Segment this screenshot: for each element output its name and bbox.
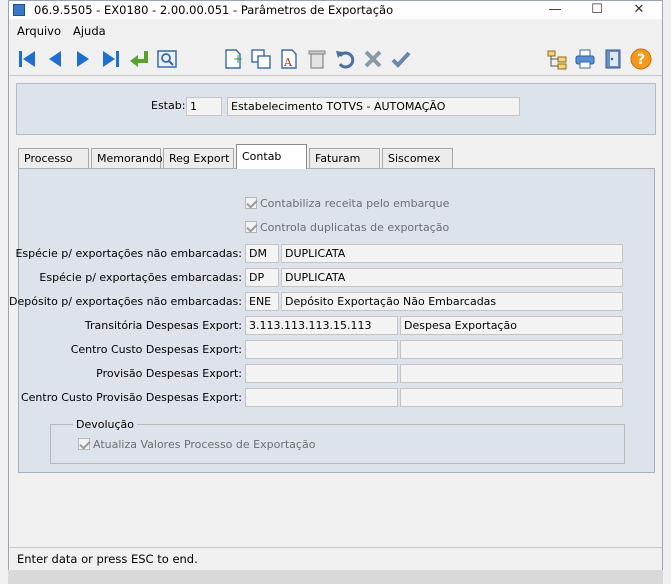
devolucao-group-title: Devolução: [73, 418, 138, 431]
edit-record-button[interactable]: A: [277, 47, 301, 71]
app-icon: [13, 4, 25, 16]
estab-code-field[interactable]: 1: [186, 97, 222, 116]
cancel-icon: [364, 50, 382, 68]
checkbox-atualiza-valores[interactable]: Atualiza Valores Processo de Exportação: [78, 438, 315, 451]
transitoria-desc-field: Despesa Exportação: [400, 316, 623, 335]
first-record-button[interactable]: [15, 47, 39, 71]
deposito-label: Depósito p/ exportações não embarcadas:: [9, 295, 242, 308]
svg-text:+: +: [233, 52, 243, 66]
tree-button[interactable]: [545, 47, 569, 71]
previous-record-button[interactable]: [43, 47, 67, 71]
especie-emb-code-field[interactable]: DP: [245, 268, 279, 287]
estab-panel: Estab: 1 Estabelecimento TOTVS - AUTOMAÇ…: [16, 83, 656, 135]
save-button[interactable]: [389, 47, 413, 71]
checkbox-label: Atualiza Valores Processo de Exportação: [93, 438, 316, 451]
new-icon: +: [225, 49, 243, 69]
checkbox-box: [78, 438, 90, 450]
centro-custo-prov-label: Centro Custo Provisão Despesas Export:: [20, 391, 242, 404]
checkbox-label: Controla duplicatas de exportação: [260, 221, 450, 234]
help-button[interactable]: ?: [629, 47, 653, 71]
toolbar: + A ?: [9, 42, 662, 76]
title-bar: 06.9.5505 - EX0180 - 2.00.00.051 - Parâm…: [9, 1, 662, 19]
close-button[interactable]: ✕: [617, 1, 661, 19]
next-record-button[interactable]: [71, 47, 95, 71]
cancel-button[interactable]: [361, 47, 385, 71]
deposito-desc-field: Depósito Exportação Não Embarcadas: [281, 292, 623, 311]
especie-emb-desc-field: DUPLICATA: [281, 268, 623, 287]
tab-faturam[interactable]: Faturam: [309, 148, 380, 168]
menu-ajuda[interactable]: Ajuda: [73, 24, 106, 38]
centro-custo-code-field[interactable]: [245, 340, 398, 359]
search-icon: [157, 50, 177, 68]
especie-emb-label: Espécie p/ exportações embarcadas:: [39, 271, 242, 284]
save-icon: [391, 51, 411, 68]
tab-memorando[interactable]: Memorando: [91, 148, 163, 168]
transitoria-code-field[interactable]: 3.113.113.113.15.113: [245, 316, 398, 335]
copy-icon: [251, 49, 271, 69]
centro-custo-prov-code-field[interactable]: [245, 388, 398, 407]
edit-icon: A: [281, 49, 297, 69]
exit-button[interactable]: [601, 47, 625, 71]
deposito-code-field[interactable]: ENE: [245, 292, 279, 311]
search-button[interactable]: [155, 47, 179, 71]
svg-text:A: A: [283, 56, 293, 69]
window-title: 06.9.5505 - EX0180 - 2.00.00.051 - Parâm…: [34, 3, 394, 17]
help-icon: ?: [630, 48, 652, 70]
checkbox-controla-duplicatas[interactable]: Controla duplicatas de exportação: [245, 221, 449, 234]
copy-record-button[interactable]: [249, 47, 273, 71]
centro-custo-prov-desc-field: [400, 388, 623, 407]
background-app-left: [0, 0, 8, 584]
centro-custo-desc-field: [400, 340, 623, 359]
tab-reg-export[interactable]: Reg Export: [163, 148, 234, 168]
provisao-label: Provisão Despesas Export:: [96, 367, 242, 380]
background-app-right: [663, 0, 671, 584]
print-button[interactable]: [573, 47, 597, 71]
especie-nao-emb-code-field[interactable]: DM: [245, 244, 279, 263]
minimize-button[interactable]: —: [533, 1, 577, 19]
transitoria-label: Transitória Despesas Export:: [84, 319, 242, 332]
tree-icon: [547, 50, 567, 70]
svg-text:?: ?: [637, 52, 645, 68]
estab-label: Estab:: [151, 99, 186, 112]
next-icon: [77, 51, 89, 67]
menu-bar: Arquivo Ajuda: [9, 20, 662, 42]
provisao-code-field[interactable]: [245, 364, 398, 383]
goto-button[interactable]: [127, 47, 151, 71]
delete-icon: [308, 50, 326, 69]
checkbox-contabiliza-receita[interactable]: Contabiliza receita pelo embarque: [245, 197, 449, 210]
provisao-desc-field: [400, 364, 623, 383]
status-text: Enter data or press ESC to end.: [17, 552, 198, 566]
maximize-button[interactable]: ☐: [575, 1, 619, 19]
centro-custo-label: Centro Custo Despesas Export:: [70, 343, 242, 356]
checkbox-label: Contabiliza receita pelo embarque: [260, 197, 450, 210]
print-icon: [575, 49, 595, 69]
status-bar: Enter data or press ESC to end.: [9, 547, 662, 570]
new-record-button[interactable]: +: [221, 47, 245, 71]
especie-nao-emb-desc-field: DUPLICATA: [281, 244, 623, 263]
tab-contab[interactable]: Contab: [236, 144, 307, 169]
checkbox-box: [245, 221, 257, 233]
undo-icon: [336, 51, 355, 69]
exit-icon: [605, 49, 621, 69]
delete-record-button[interactable]: [305, 47, 329, 71]
menu-arquivo[interactable]: Arquivo: [17, 24, 61, 38]
checkbox-box: [245, 197, 257, 209]
undo-button[interactable]: [333, 47, 357, 71]
last-icon: [103, 51, 119, 67]
main-window: 06.9.5505 - EX0180 - 2.00.00.051 - Parâm…: [8, 0, 663, 570]
estab-name-field: Estabelecimento TOTVS - AUTOMAÇÃO: [227, 97, 520, 116]
goto-icon: [130, 51, 148, 67]
tab-siscomex[interactable]: Siscomex: [382, 148, 453, 168]
last-record-button[interactable]: [99, 47, 123, 71]
prev-icon: [49, 51, 61, 67]
especie-nao-emb-label: Espécie p/ exportações não embarcadas:: [15, 247, 242, 260]
first-icon: [19, 51, 35, 67]
tab-processo[interactable]: Processo: [18, 148, 89, 168]
